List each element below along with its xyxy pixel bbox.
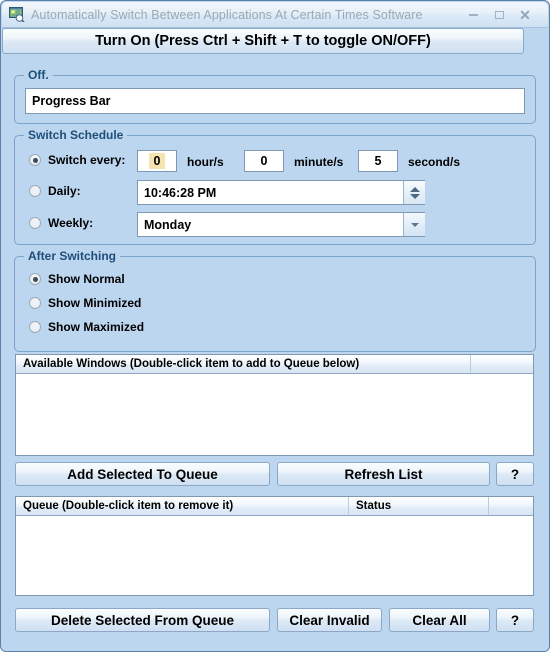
window-controls: ✕ — [460, 5, 538, 25]
minutes-unit-label: minute/s — [294, 155, 344, 169]
available-windows-header: Available Windows (Double-click item to … — [16, 355, 533, 374]
client-area: Turn On (Press Ctrl + Shift + T to toggl… — [2, 28, 548, 651]
spinner-up-icon[interactable] — [409, 186, 420, 192]
chevron-down-icon — [410, 222, 419, 227]
close-icon[interactable]: ✕ — [512, 5, 538, 25]
radio-show-normal-label: Show Normal — [48, 272, 125, 286]
spinner-down-icon[interactable] — [409, 193, 420, 199]
delete-selected-from-queue-button[interactable]: Delete Selected From Queue — [15, 608, 270, 632]
queue-column-name[interactable]: Queue (Double-click item to remove it) — [16, 497, 349, 515]
radio-show-normal-indicator[interactable] — [29, 273, 41, 285]
radio-show-maximized-label: Show Maximized — [48, 320, 145, 334]
available-help-button[interactable]: ? — [496, 462, 534, 486]
minimize-icon[interactable] — [460, 5, 486, 25]
radio-daily-indicator[interactable] — [29, 185, 41, 197]
radio-switch-every-indicator[interactable] — [29, 154, 41, 166]
radio-show-normal[interactable]: Show Normal — [29, 272, 125, 286]
radio-show-minimized-indicator[interactable] — [29, 297, 41, 309]
title-bar: Automatically Switch Between Application… — [2, 2, 548, 28]
status-group-title: Off. — [24, 68, 53, 82]
queue-body[interactable] — [16, 516, 533, 595]
minutes-input[interactable]: 0 — [244, 150, 284, 172]
app-window: Automatically Switch Between Application… — [0, 0, 550, 652]
clear-invalid-button[interactable]: Clear Invalid — [277, 608, 382, 632]
window-title: Automatically Switch Between Application… — [31, 7, 423, 22]
queue-list[interactable]: Queue (Double-click item to remove it) S… — [15, 496, 534, 596]
refresh-list-button[interactable]: Refresh List — [277, 462, 490, 486]
radio-daily[interactable]: Daily: — [29, 184, 81, 198]
radio-show-minimized[interactable]: Show Minimized — [29, 296, 141, 310]
queue-header: Queue (Double-click item to remove it) S… — [16, 497, 533, 516]
radio-switch-every[interactable]: Switch every: — [29, 153, 125, 167]
switch-schedule-title: Switch Schedule — [24, 128, 128, 142]
radio-weekly-label: Weekly: — [48, 216, 94, 230]
weekly-day-dropdown-button[interactable] — [403, 213, 425, 236]
hours-unit-label: hour/s — [187, 155, 224, 169]
available-windows-list[interactable]: Available Windows (Double-click item to … — [15, 354, 534, 456]
app-icon — [9, 7, 25, 23]
queue-column-extra[interactable] — [489, 497, 533, 515]
radio-show-minimized-label: Show Minimized — [48, 296, 142, 310]
add-selected-to-queue-button[interactable]: Add Selected To Queue — [15, 462, 270, 486]
queue-column-status[interactable]: Status — [349, 497, 489, 515]
radio-weekly-indicator[interactable] — [29, 217, 41, 229]
weekly-day-select[interactable]: Monday — [137, 212, 425, 237]
radio-show-maximized[interactable]: Show Maximized — [29, 320, 144, 334]
available-windows-column-name[interactable]: Available Windows (Double-click item to … — [16, 355, 471, 373]
daily-time-input[interactable]: 10:46:28 PM — [137, 180, 425, 205]
status-field[interactable]: Progress Bar — [25, 88, 525, 114]
maximize-icon[interactable] — [486, 5, 512, 25]
radio-daily-label: Daily: — [48, 184, 81, 198]
status-group: Off. Progress Bar — [14, 68, 536, 124]
available-windows-body[interactable] — [16, 374, 533, 455]
queue-help-button[interactable]: ? — [496, 608, 534, 632]
clear-all-button[interactable]: Clear All — [389, 608, 490, 632]
radio-show-maximized-indicator[interactable] — [29, 321, 41, 333]
seconds-unit-label: second/s — [408, 155, 461, 169]
switch-schedule-group: Switch Schedule Switch every: 0 hour/s 0… — [14, 128, 536, 245]
available-windows-column-extra[interactable] — [471, 355, 533, 373]
after-switching-title: After Switching — [24, 249, 121, 263]
daily-time-spinner[interactable] — [403, 181, 425, 204]
seconds-input[interactable]: 5 — [358, 150, 398, 172]
after-switching-group: After Switching Show Normal Show Minimiz… — [14, 249, 536, 352]
turn-on-button[interactable]: Turn On (Press Ctrl + Shift + T to toggl… — [2, 28, 524, 54]
hours-input[interactable]: 0 — [137, 150, 177, 172]
radio-switch-every-label: Switch every: — [48, 153, 126, 167]
radio-weekly[interactable]: Weekly: — [29, 216, 93, 230]
